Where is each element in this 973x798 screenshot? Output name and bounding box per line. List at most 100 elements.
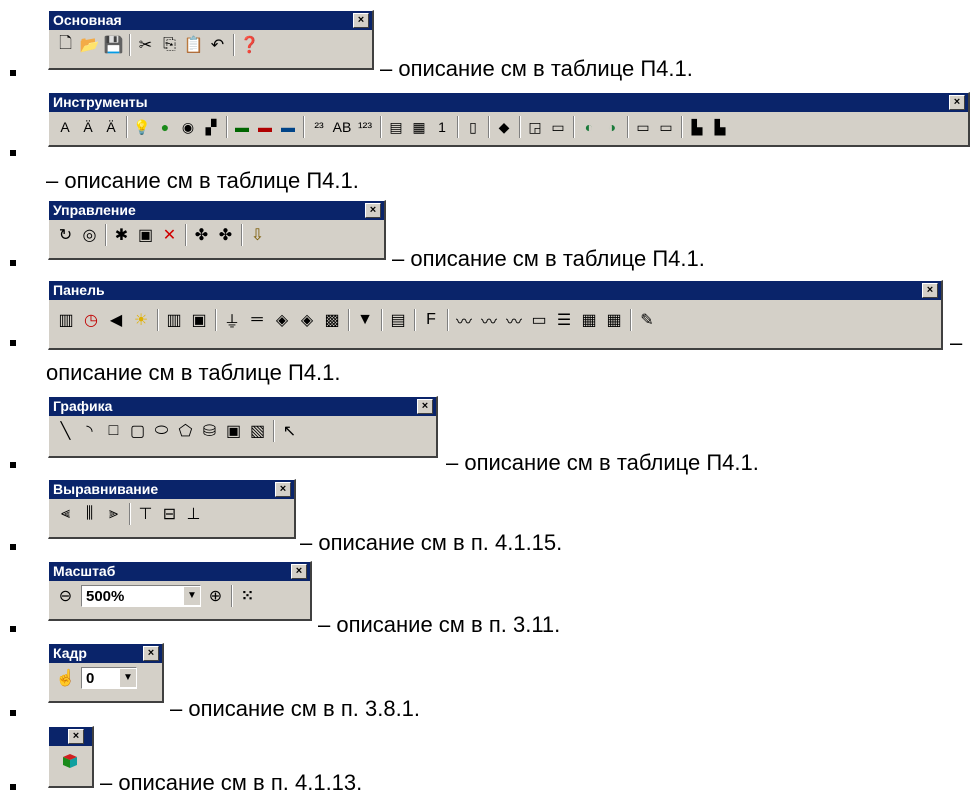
align-center-icon[interactable]: ⫼: [78, 503, 101, 525]
align-middle-icon[interactable]: ⊟: [158, 503, 181, 525]
close-icon[interactable]: ×: [143, 646, 159, 661]
close-icon[interactable]: ×: [417, 399, 433, 414]
display-icon[interactable]: ▤: [385, 116, 407, 138]
close-icon[interactable]: ×: [291, 564, 307, 579]
undo-icon[interactable]: ↶: [206, 34, 229, 56]
num999red-icon[interactable]: ▬: [254, 116, 276, 138]
align-top-icon[interactable]: ⊤: [134, 503, 157, 525]
bulb-icon[interactable]: 💡: [131, 116, 153, 138]
close-icon[interactable]: ×: [949, 95, 965, 110]
monitor-icon[interactable]: ▣: [187, 309, 211, 331]
toolbar-separator: [233, 34, 235, 56]
trend-icon[interactable]: 〰: [452, 309, 476, 331]
zoom-in-icon[interactable]: ⊕: [204, 585, 227, 607]
rect-icon[interactable]: ▭: [547, 116, 569, 138]
close-icon[interactable]: ×: [922, 283, 938, 298]
link-icon[interactable]: ✤: [190, 224, 213, 246]
num999-icon[interactable]: ▬: [231, 116, 253, 138]
import-icon[interactable]: ⇩: [246, 224, 269, 246]
grid-icon[interactable]: ▦: [602, 309, 626, 331]
hand-icon[interactable]: ☝: [54, 667, 77, 689]
bars-icon[interactable]: ▙: [686, 116, 708, 138]
pen-icon[interactable]: ✎: [635, 309, 659, 331]
sparkle-icon[interactable]: ✱: [110, 224, 133, 246]
save-icon[interactable]: 💾: [102, 34, 125, 56]
btn2-icon[interactable]: ▭: [655, 116, 677, 138]
frame2-icon[interactable]: ▣: [222, 420, 245, 442]
abc-icon[interactable]: ▬: [277, 116, 299, 138]
circle-icon[interactable]: ◎: [78, 224, 101, 246]
globe-icon[interactable]: ◐: [578, 116, 600, 138]
num123-icon[interactable]: ¹²³: [354, 116, 376, 138]
table-icon[interactable]: ▦: [577, 309, 601, 331]
zoom-select[interactable]: 500% ▼: [81, 585, 201, 607]
field-icon[interactable]: ▭: [527, 309, 551, 331]
list-icon[interactable]: ☰: [552, 309, 576, 331]
doc-icon[interactable]: ▤: [386, 309, 410, 331]
close-icon[interactable]: ×: [275, 482, 291, 497]
link2-icon[interactable]: ✤: [214, 224, 237, 246]
pentagon-icon[interactable]: ⬠: [174, 420, 197, 442]
align-left-icon[interactable]: ⫷: [54, 503, 77, 525]
sun-icon[interactable]: ☀: [129, 309, 153, 331]
image-icon[interactable]: ▧: [246, 420, 269, 442]
calc-icon[interactable]: ▦: [408, 116, 430, 138]
frame-icon[interactable]: ◲: [524, 116, 546, 138]
frame-select[interactable]: 0 ▼: [81, 667, 137, 689]
num1-icon[interactable]: 1: [431, 116, 453, 138]
copy-icon[interactable]: ⎘: [158, 34, 181, 56]
brush-icon[interactable]: ●: [154, 116, 176, 138]
valve2-icon[interactable]: ◈: [295, 309, 319, 331]
slider-icon[interactable]: ═: [245, 309, 269, 331]
zoom-out-icon[interactable]: ⊖: [54, 585, 77, 607]
num23-icon[interactable]: ²³: [308, 116, 330, 138]
eraser-icon[interactable]: ◆: [493, 116, 515, 138]
props-icon[interactable]: ▣: [134, 224, 157, 246]
text-aa-icon[interactable]: Ä: [77, 116, 99, 138]
globe2-icon[interactable]: ◑: [601, 116, 623, 138]
close-icon[interactable]: ×: [353, 13, 369, 28]
map-icon[interactable]: ▞: [200, 116, 222, 138]
rotate-icon[interactable]: ↻: [54, 224, 77, 246]
dot-icon[interactable]: ◉: [177, 116, 199, 138]
close-icon[interactable]: ×: [68, 729, 84, 744]
open-icon[interactable]: 📂: [78, 34, 101, 56]
cylinder-icon[interactable]: ⛁: [198, 420, 221, 442]
paste-icon[interactable]: 📋: [182, 34, 205, 56]
panel-icon[interactable]: ▥: [54, 309, 78, 331]
shield-icon[interactable]: ▼: [353, 309, 377, 331]
rounded-rect-icon[interactable]: ▢: [126, 420, 149, 442]
arc-icon[interactable]: ◝: [78, 420, 101, 442]
delete-icon[interactable]: ✕: [158, 224, 181, 246]
rectangle-icon[interactable]: □: [102, 420, 125, 442]
ab-icon[interactable]: AB: [331, 116, 353, 138]
align-right-icon[interactable]: ⫸: [102, 503, 125, 525]
speaker-icon[interactable]: ◀: [104, 309, 128, 331]
btn-icon[interactable]: ▭: [632, 116, 654, 138]
fmin-icon[interactable]: F: [419, 309, 443, 331]
chevron-down-icon[interactable]: ▼: [183, 587, 200, 605]
bars2-icon[interactable]: ▙: [709, 116, 731, 138]
trend2-icon[interactable]: 〰: [477, 309, 501, 331]
help-icon[interactable]: ❓: [238, 34, 261, 56]
close-icon[interactable]: ×: [365, 203, 381, 218]
clock-icon[interactable]: ◷: [79, 309, 103, 331]
toolbar-separator: [627, 116, 629, 138]
ellipse-icon[interactable]: ⬭: [150, 420, 173, 442]
line-icon[interactable]: ╲: [54, 420, 77, 442]
screen-icon[interactable]: ▩: [320, 309, 344, 331]
trend3-icon[interactable]: 〰: [502, 309, 526, 331]
chevron-down-icon[interactable]: ▼: [119, 669, 136, 687]
valve-icon[interactable]: ◈: [270, 309, 294, 331]
bars3-icon[interactable]: ▥: [162, 309, 186, 331]
new-icon[interactable]: 🗋: [54, 34, 77, 56]
filter-icon[interactable]: ⏚: [220, 309, 244, 331]
align-bottom-icon[interactable]: ⊥: [182, 503, 205, 525]
pointer-icon[interactable]: ↖: [278, 420, 301, 442]
text-aa2-icon[interactable]: Ä: [100, 116, 122, 138]
grid-dots-icon[interactable]: ⁙: [236, 585, 259, 607]
cut-icon[interactable]: ✂: [134, 34, 157, 56]
gauge-icon[interactable]: ▯: [462, 116, 484, 138]
cube-icon[interactable]: [58, 750, 81, 772]
text-a-icon[interactable]: A: [54, 116, 76, 138]
